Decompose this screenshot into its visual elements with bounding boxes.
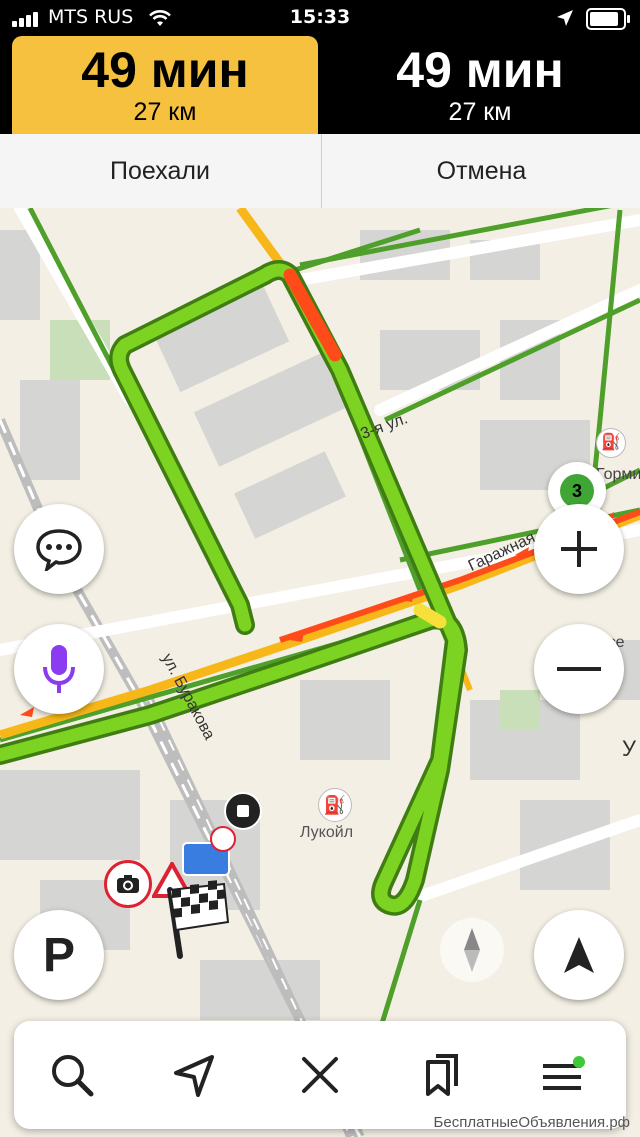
- route-duration: 49 мин: [396, 42, 564, 98]
- messages-button[interactable]: [14, 504, 104, 594]
- go-button[interactable]: Поехали: [0, 134, 320, 208]
- route-actions: Поехали Отмена: [0, 134, 640, 209]
- navigation-arrow-icon: [564, 937, 594, 973]
- finish-flag-icon: [167, 880, 230, 959]
- zoom-out-button[interactable]: [534, 624, 624, 714]
- chat-icon: [36, 529, 82, 571]
- speed-camera-icon: [104, 860, 152, 908]
- bookmarks-button[interactable]: [412, 1045, 472, 1105]
- close-icon: [302, 1057, 338, 1093]
- traffic-level-value: 3: [560, 474, 594, 508]
- parking-label: P: [42, 928, 75, 982]
- navigation-button[interactable]: [164, 1045, 224, 1105]
- route-option-alternative[interactable]: 49 мин 27 км: [330, 36, 630, 134]
- route-distance: 27 км: [133, 98, 197, 126]
- menu-icon: [543, 1056, 585, 1090]
- route-duration: 49 мин: [81, 42, 249, 98]
- menu-button[interactable]: [534, 1045, 594, 1105]
- gas-station-icon[interactable]: ⛽: [318, 788, 352, 822]
- battery-icon: [586, 8, 630, 30]
- status-bar: MTS RUS 15:33: [0, 0, 640, 36]
- route-distance: 27 км: [448, 98, 512, 126]
- search-icon: [52, 1055, 94, 1097]
- microphone-icon: [43, 645, 75, 693]
- search-button[interactable]: [42, 1045, 102, 1105]
- poi-label: Лукойл: [300, 824, 354, 841]
- route-option-selected[interactable]: 49 мин 27 км: [12, 36, 318, 134]
- route-start-marker: [224, 792, 262, 830]
- locate-button[interactable]: [534, 910, 624, 1000]
- voice-button[interactable]: [14, 624, 104, 714]
- zoom-in-button[interactable]: [534, 504, 624, 594]
- gas-station-icon[interactable]: ⛽: [596, 428, 626, 458]
- street-label: У: [622, 736, 636, 761]
- bookmarks-icon: [426, 1054, 458, 1096]
- parking-button[interactable]: P: [14, 910, 104, 1000]
- navigation-icon: [174, 1055, 214, 1097]
- watermark: БесплатныеОбъявления.рф: [433, 1114, 630, 1131]
- minus-icon: [557, 667, 601, 671]
- compass-button[interactable]: [440, 918, 504, 982]
- clock: 15:33: [289, 6, 351, 28]
- reset-route-button[interactable]: [290, 1045, 350, 1105]
- plus-icon: [561, 531, 597, 567]
- cancel-button[interactable]: Отмена: [321, 134, 640, 208]
- compass-icon: [464, 928, 480, 972]
- route-options: 49 мин 27 км 49 мин 27 км: [0, 36, 640, 134]
- bottom-navigation: [14, 1021, 626, 1129]
- location-services-icon: [557, 10, 573, 26]
